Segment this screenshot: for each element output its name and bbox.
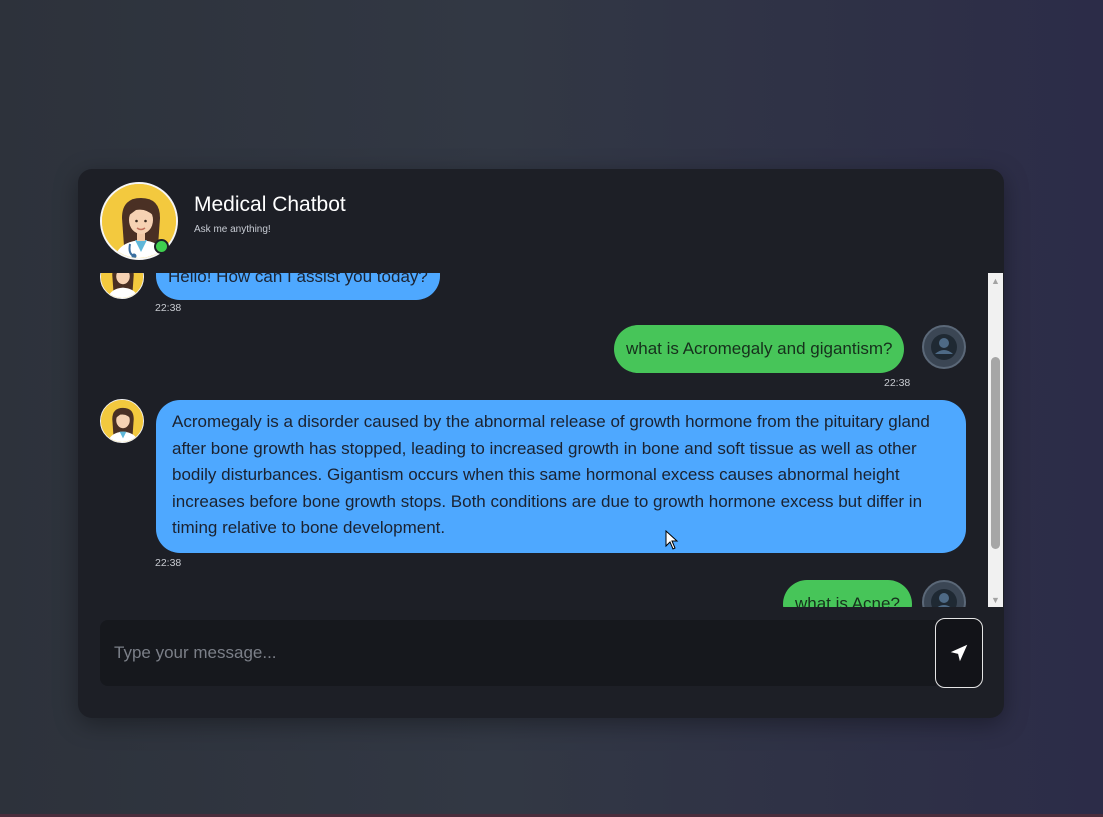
message-list[interactable]: Hello! How can I assist you today? 22:38… [78, 273, 988, 607]
online-status-dot [154, 239, 169, 254]
message-input-bar [100, 620, 936, 686]
bot-message-bubble: Hello! How can I assist you today? [156, 273, 440, 300]
bot-avatar-icon [100, 399, 144, 443]
scroll-up-arrow-icon[interactable]: ▲ [988, 273, 1003, 288]
chat-title: Medical Chatbot [194, 193, 346, 216]
user-message-bubble: what is Acromegaly and gigantism? [614, 325, 905, 373]
scrollbar-thumb[interactable] [991, 357, 1000, 549]
scroll-down-arrow-icon[interactable]: ▼ [988, 592, 1003, 607]
message-timestamp: 22:38 [155, 557, 182, 569]
chat-header: Medical Chatbot Ask me anything! [78, 169, 1004, 269]
send-button[interactable] [935, 618, 983, 688]
chat-window: Medical Chatbot Ask me anything! Hello! … [78, 169, 1004, 718]
send-arrow-icon [950, 644, 968, 662]
message-timestamp: 22:38 [884, 377, 911, 389]
user-message-bubble: what is Acne? [783, 580, 912, 607]
message-input[interactable] [100, 620, 936, 686]
message-timestamp: 22:38 [155, 302, 182, 314]
bot-avatar-icon [100, 273, 144, 299]
chat-subtitle: Ask me anything! [194, 224, 271, 235]
bot-message-bubble: Acromegaly is a disorder caused by the a… [156, 400, 966, 553]
user-avatar-icon [922, 580, 966, 607]
message-scrollbar[interactable]: ▲ ▼ [988, 273, 1003, 607]
user-avatar-icon [922, 325, 966, 369]
mouse-cursor-icon [665, 530, 679, 550]
